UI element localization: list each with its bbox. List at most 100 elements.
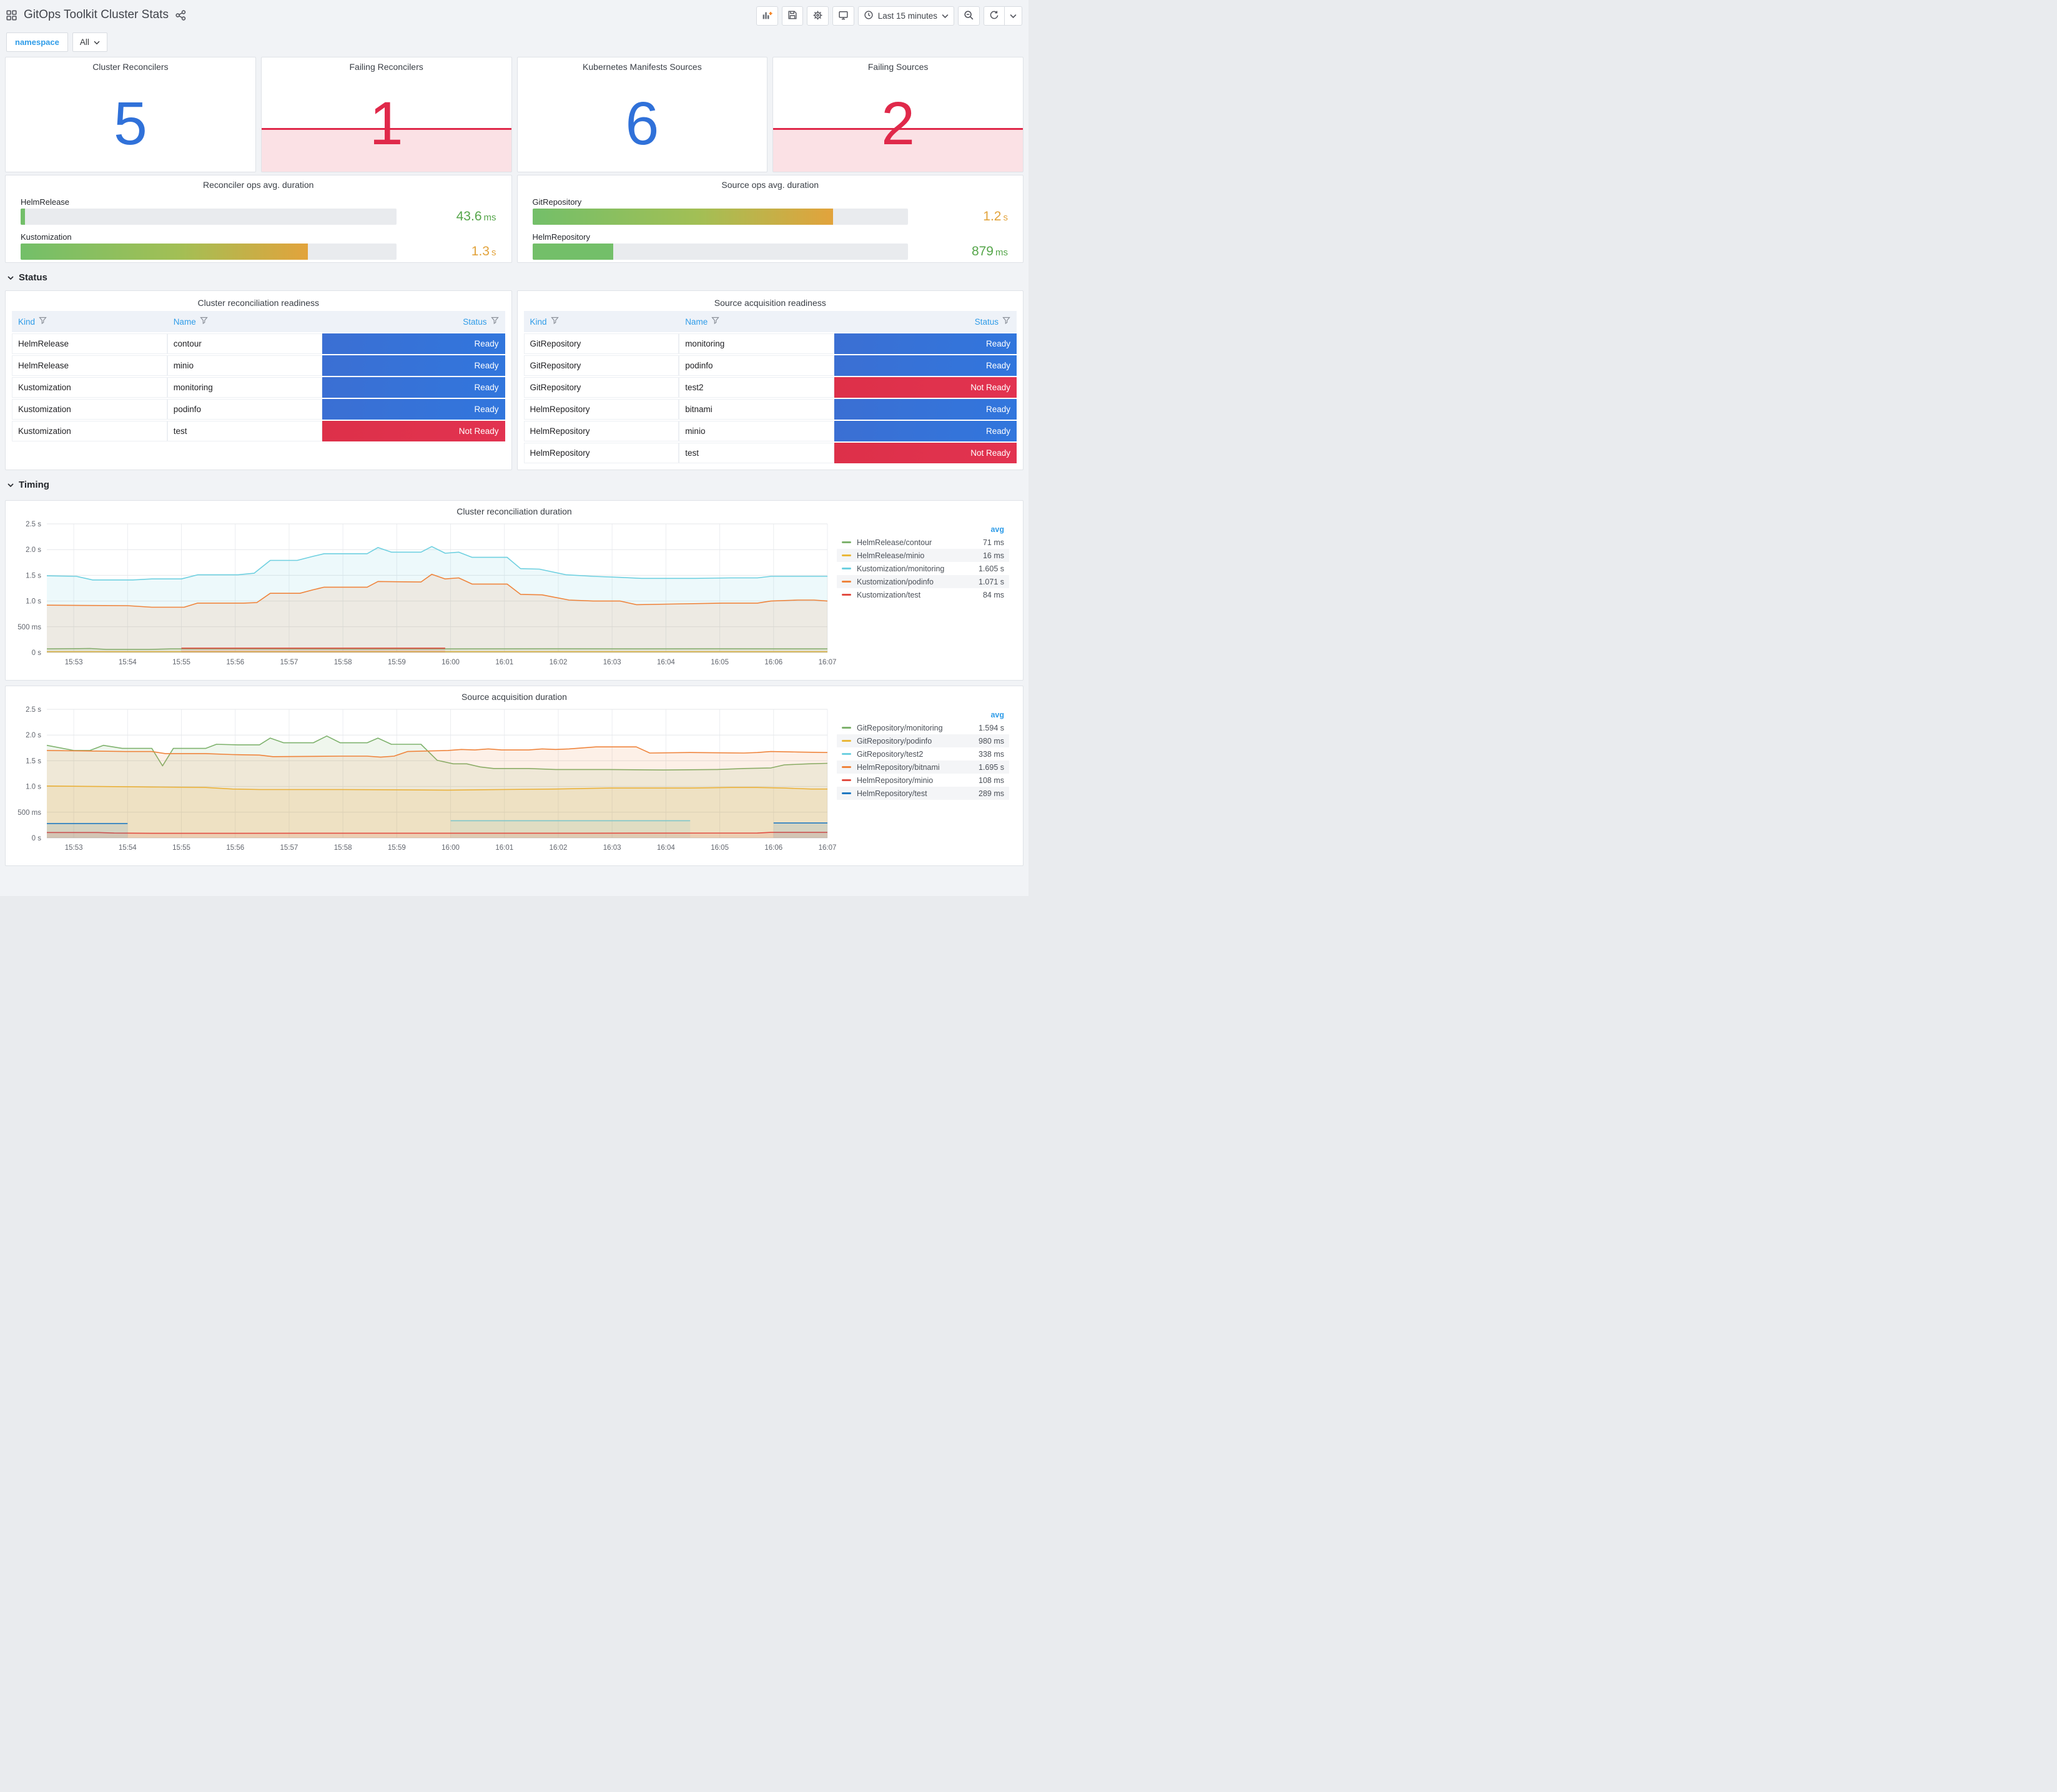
filter-funnel-icon[interactable] xyxy=(199,317,208,327)
legend-series-avg: 71 ms xyxy=(982,538,1004,547)
section-status[interactable]: Status xyxy=(5,263,1024,288)
cycle-view-icon xyxy=(838,10,849,22)
column-header-name[interactable]: Name xyxy=(167,311,323,332)
legend-avg-header[interactable]: avg xyxy=(837,524,1009,536)
svg-text:15:55: 15:55 xyxy=(172,844,190,852)
section-timing[interactable]: Timing xyxy=(5,470,1024,495)
legend-item[interactable]: GitRepository/test2 338 ms xyxy=(837,747,1009,761)
dashboard-settings-button[interactable] xyxy=(806,6,829,26)
svg-text:2.0 s: 2.0 s xyxy=(26,732,41,739)
column-header-label: Status xyxy=(463,317,487,327)
svg-text:15:53: 15:53 xyxy=(65,844,83,852)
chart-legend: avg GitRepository/monitoring 1.594 s GitRep… xyxy=(837,702,1019,860)
legend-item[interactable]: GitRepository/monitoring 1.594 s xyxy=(837,721,1009,734)
stat-panel-title[interactable]: Cluster Reconcilers xyxy=(6,57,255,72)
gauge-panel-title[interactable]: Reconciler ops avg. duration xyxy=(21,175,496,190)
zoom-out-button[interactable] xyxy=(958,6,980,26)
save-dashboard-button[interactable] xyxy=(781,6,803,26)
cell-kind: Kustomization xyxy=(12,399,167,420)
chart-plot-area: 15:53 15:54 15:55 15:56 15:57 15:58 15:59 16:00… xyxy=(9,702,837,860)
stat-value: 1 xyxy=(369,89,403,157)
legend-series-avg: 108 ms xyxy=(979,775,1004,785)
cell-name: contour xyxy=(167,333,323,354)
legend-series-avg: 338 ms xyxy=(979,749,1004,759)
svg-text:1.5 s: 1.5 s xyxy=(26,757,41,765)
legend-series-dash xyxy=(842,779,851,781)
table-row: HelmRepository test Not Ready xyxy=(523,443,1017,463)
table-row: GitRepository podinfo Ready xyxy=(523,355,1017,376)
column-header-label: Name xyxy=(685,317,708,327)
column-header-status[interactable]: Status xyxy=(834,311,1017,332)
svg-text:15:57: 15:57 xyxy=(280,659,298,666)
svg-text:16:06: 16:06 xyxy=(764,659,782,666)
chart-panel-1: Source acquisition duration 15:53 15:54 15:… xyxy=(5,686,1024,866)
refresh-button[interactable] xyxy=(984,6,1005,26)
clock-icon xyxy=(864,10,874,22)
chevron-down-icon xyxy=(7,480,14,490)
gauge-value: 1.3 s xyxy=(415,244,496,259)
column-header-name[interactable]: Name xyxy=(679,311,834,332)
table-panel-title[interactable]: Source acquisition readiness xyxy=(524,293,1017,308)
cell-kind: Kustomization xyxy=(12,377,167,398)
legend-series-name: Kustomization/podinfo xyxy=(857,577,934,586)
cell-kind: HelmRepository xyxy=(523,421,679,441)
svg-text:16:02: 16:02 xyxy=(550,844,568,852)
cycle-view-button[interactable] xyxy=(832,6,854,26)
legend-item[interactable]: Kustomization/podinfo 1.071 s xyxy=(837,575,1009,588)
time-range-label: Last 15 minutes xyxy=(877,11,937,21)
legend-item[interactable]: HelmRepository/bitnami 1.695 s xyxy=(837,761,1009,774)
table-panel-title[interactable]: Cluster reconciliation readiness xyxy=(12,293,505,308)
refresh-interval-dropdown[interactable] xyxy=(1005,6,1022,26)
stat-panel-title[interactable]: Kubernetes Manifests Sources xyxy=(518,57,767,72)
share-icon[interactable] xyxy=(175,9,186,21)
legend-item[interactable]: HelmRepository/minio 108 ms xyxy=(837,774,1009,787)
add-panel-button[interactable] xyxy=(756,6,778,26)
table-row: GitRepository test2 Not Ready xyxy=(523,377,1017,398)
legend-item[interactable]: HelmRelease/contour 71 ms xyxy=(837,536,1009,549)
legend-item[interactable]: HelmRelease/minio 16 ms xyxy=(837,549,1009,562)
legend-series-name: Kustomization/test xyxy=(857,590,921,599)
variable-namespace-select[interactable]: All xyxy=(72,32,107,52)
cell-name: test xyxy=(167,421,323,441)
cell-kind: GitRepository xyxy=(523,377,679,398)
legend-item[interactable]: Kustomization/monitoring 1.605 s xyxy=(837,562,1009,575)
legend-series-avg: 1.071 s xyxy=(978,577,1004,586)
dashboard-grid-icon[interactable] xyxy=(6,9,17,21)
column-header-status[interactable]: Status xyxy=(322,311,505,332)
gauge-panel-title[interactable]: Source ops avg. duration xyxy=(533,175,1009,190)
stat-panel-title[interactable]: Failing Sources xyxy=(773,57,1023,72)
legend-series-avg: 980 ms xyxy=(979,736,1004,746)
stat-panel-title[interactable]: Failing Reconcilers xyxy=(262,57,511,72)
cell-status: Ready xyxy=(834,355,1017,376)
variable-namespace-label[interactable]: namespace xyxy=(6,32,68,52)
chart-title[interactable]: Cluster reconciliation duration xyxy=(9,502,1019,516)
table-header: Kind Name Status xyxy=(12,311,505,332)
legend-avg-header[interactable]: avg xyxy=(837,709,1009,721)
gauge-bar-fill xyxy=(532,244,613,260)
filter-funnel-icon[interactable] xyxy=(711,317,719,327)
gauge-bar-fill xyxy=(21,209,26,225)
gauge-value-number: 43.6 xyxy=(456,209,482,224)
cell-kind: HelmRelease xyxy=(12,355,167,376)
column-header-kind[interactable]: Kind xyxy=(523,311,679,332)
filter-funnel-icon[interactable] xyxy=(490,317,499,327)
svg-text:16:04: 16:04 xyxy=(657,659,675,666)
zoom-out-icon xyxy=(964,10,974,22)
cell-status: Ready xyxy=(322,377,505,398)
filter-funnel-icon[interactable] xyxy=(39,317,47,327)
column-header-inner: Kind xyxy=(530,317,559,327)
filter-funnel-icon[interactable] xyxy=(550,317,559,327)
legend-series-dash xyxy=(842,792,851,794)
filter-funnel-icon[interactable] xyxy=(1002,317,1010,327)
chart-title[interactable]: Source acquisition duration xyxy=(9,687,1019,702)
table-body: HelmRelease contour Ready HelmRelease minio R… xyxy=(12,333,505,441)
legend-item[interactable]: Kustomization/test 84 ms xyxy=(837,588,1009,601)
cell-name: monitoring xyxy=(679,333,834,354)
time-range-picker[interactable]: Last 15 minutes xyxy=(857,6,954,26)
gauge-value-unit: s xyxy=(491,247,496,258)
column-header-kind[interactable]: Kind xyxy=(12,311,167,332)
cell-name: test2 xyxy=(679,377,834,398)
chart-flex: 15:53 15:54 15:55 15:56 15:57 15:58 15:59 16:00… xyxy=(9,702,1019,860)
legend-item[interactable]: GitRepository/podinfo 980 ms xyxy=(837,734,1009,747)
legend-item[interactable]: HelmRepository/test 289 ms xyxy=(837,787,1009,800)
